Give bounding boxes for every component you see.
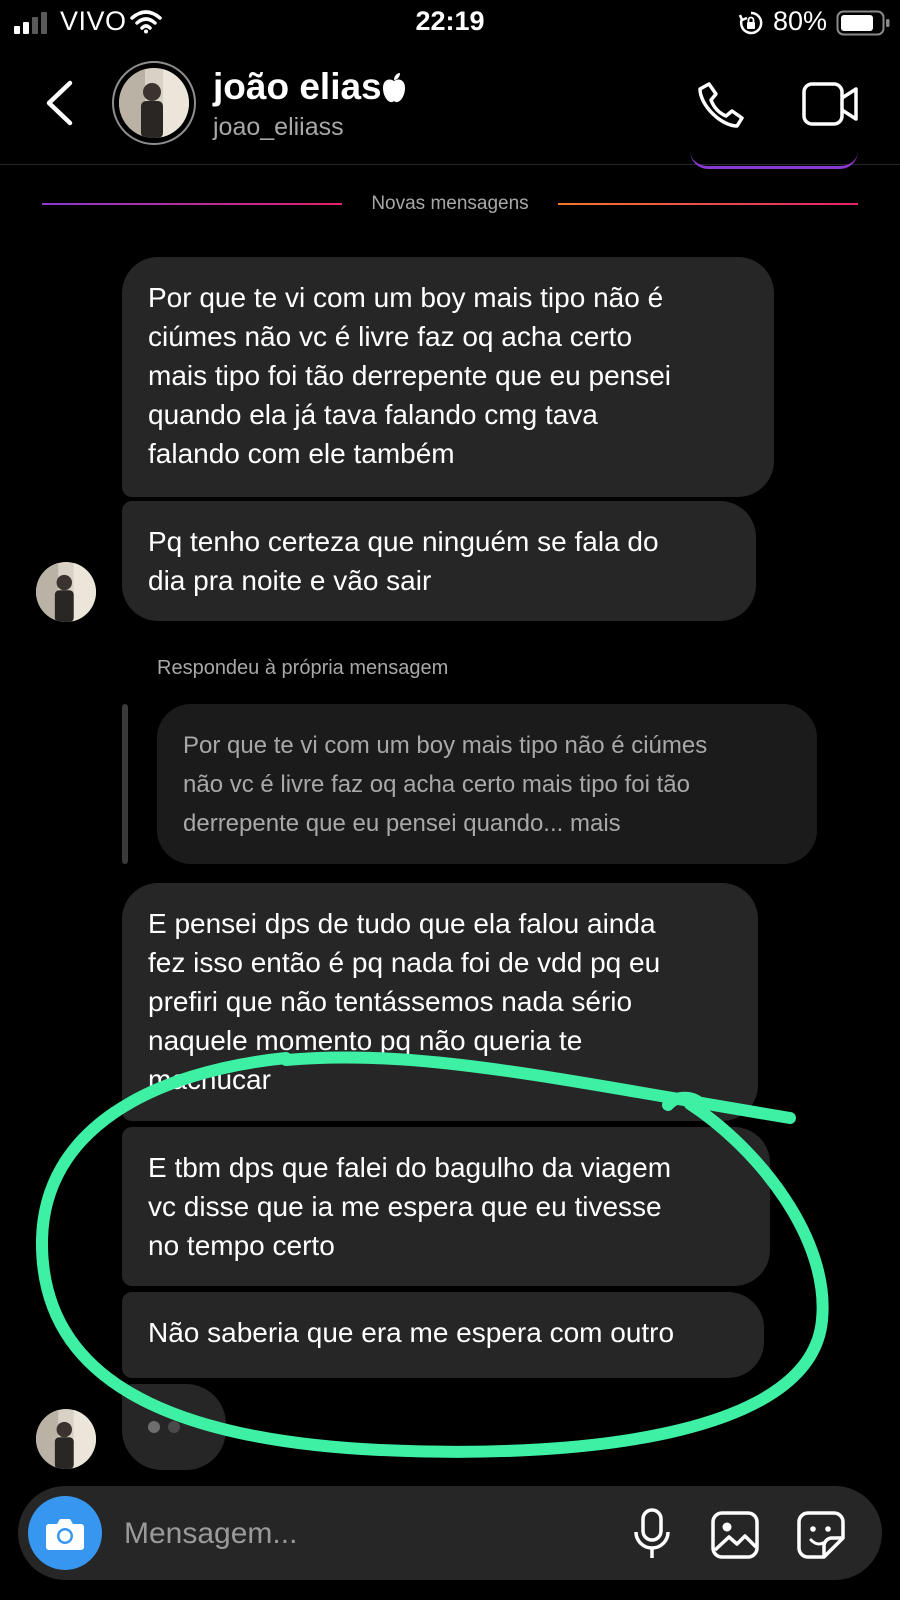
message-bubble[interactable]: Pq tenho certeza que ninguém se fala do … [122, 501, 756, 621]
reply-context-label: Respondeu à própria mensagem [157, 657, 449, 679]
message-bubble[interactable]: E tbm dps que falei do bagulho da viagem… [122, 1127, 770, 1286]
previous-message-edge [690, 150, 858, 169]
quoted-message[interactable]: Por que te vi com um boy mais tipo não é… [157, 704, 817, 864]
back-arrow-icon[interactable] [42, 80, 76, 126]
status-bar: VIVO 22:19 80% [0, 0, 900, 46]
sender-avatar[interactable] [36, 562, 96, 622]
new-messages-line-right [558, 203, 858, 205]
apple-emoji-icon [383, 73, 405, 103]
gallery-image-icon[interactable] [710, 1510, 760, 1560]
orientation-lock-icon [738, 11, 763, 35]
typing-dot [168, 1421, 180, 1433]
contact-avatar[interactable] [112, 61, 196, 145]
microphone-icon[interactable] [632, 1508, 672, 1560]
contact-name[interactable]: joão elias [213, 66, 382, 108]
message-bubble[interactable]: Por que te vi com um boy mais tipo não é… [122, 257, 774, 497]
clock-time: 22:19 [415, 6, 485, 36]
reply-quote-bar [122, 704, 128, 864]
battery-icon [836, 10, 890, 36]
message-bubble[interactable]: Não saberia que era me espera com outro [122, 1292, 764, 1378]
sender-avatar[interactable] [36, 1409, 96, 1469]
typing-dot [148, 1421, 160, 1433]
battery-percentage: 80% [773, 6, 828, 36]
avatar-photo [36, 1409, 96, 1469]
typing-indicator [122, 1384, 226, 1470]
sticker-icon[interactable] [796, 1510, 846, 1560]
avatar-photo [36, 562, 96, 622]
message-input[interactable] [122, 1502, 596, 1566]
phone-call-icon[interactable] [696, 80, 746, 130]
avatar-photo [119, 68, 189, 138]
message-bubble[interactable]: E pensei dps de tudo que ela falou ainda… [122, 883, 758, 1121]
camera-icon [46, 1519, 84, 1550]
contact-username: joao_eliiass [213, 113, 344, 141]
camera-button[interactable] [28, 1496, 102, 1570]
video-call-icon[interactable] [802, 82, 860, 126]
